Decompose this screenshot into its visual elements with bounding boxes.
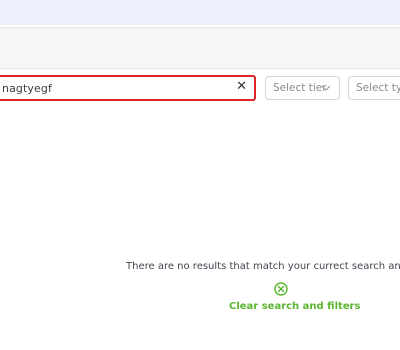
type-select[interactable]: Select type [348, 76, 400, 100]
search-input-value[interactable]: nagtyegf [2, 82, 52, 95]
page: nagtyegf ✕ Select tier Select type There… [0, 0, 400, 350]
search-input[interactable]: nagtyegf ✕ [0, 75, 256, 101]
chevron-down-icon [321, 85, 331, 91]
type-select-placeholder: Select type [356, 82, 400, 94]
clear-search-icon[interactable]: ✕ [236, 79, 247, 94]
tier-select-placeholder: Select tier [273, 82, 327, 94]
top-banner [0, 0, 400, 25]
sub-header-bar [0, 27, 400, 69]
tier-select[interactable]: Select tier [265, 76, 340, 100]
clear-search-and-filters-link[interactable]: Clear search and filters [229, 301, 360, 312]
clear-circle-icon[interactable] [274, 282, 288, 296]
empty-results-message: There are no results that match your cur… [126, 261, 400, 272]
